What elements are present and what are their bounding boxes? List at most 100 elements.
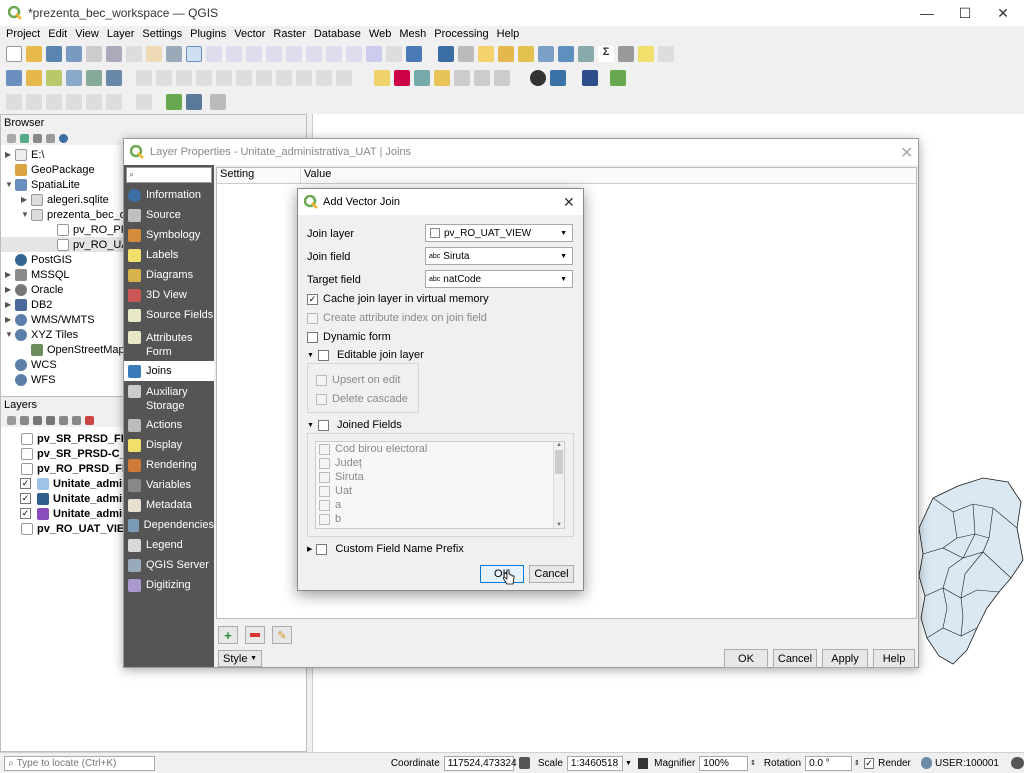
edit-join-button[interactable]: ✎ bbox=[272, 626, 292, 644]
filter-browser-icon[interactable] bbox=[33, 133, 42, 143]
nav-item-rendering[interactable]: Rendering bbox=[124, 455, 214, 475]
new-spatialite-icon[interactable] bbox=[66, 70, 82, 86]
zoom-full-icon[interactable] bbox=[246, 46, 262, 62]
nav-item-joins[interactable]: Joins bbox=[124, 361, 214, 381]
rectangle-digitize-icon[interactable] bbox=[66, 94, 82, 110]
save-project-icon[interactable] bbox=[46, 46, 62, 62]
add-selected-icon[interactable] bbox=[7, 133, 16, 143]
menu-help[interactable]: Help bbox=[497, 28, 520, 40]
offset-curve-icon[interactable] bbox=[136, 94, 152, 110]
refresh-icon[interactable] bbox=[406, 46, 422, 62]
text-annotation-icon[interactable] bbox=[658, 46, 674, 62]
zoom-native-icon[interactable] bbox=[306, 46, 322, 62]
editable-join-group-header[interactable]: ▼ Editable join layer bbox=[307, 349, 424, 361]
scale-field[interactable]: 1:3460518 bbox=[566, 755, 623, 771]
browser-info-icon[interactable] bbox=[59, 133, 68, 143]
open-project-icon[interactable] bbox=[26, 46, 42, 62]
label-move-icon[interactable] bbox=[454, 70, 470, 86]
delete-selected-icon[interactable] bbox=[236, 70, 252, 86]
nav-item-information[interactable]: Information bbox=[124, 185, 214, 205]
expand-arrow-icon[interactable]: ▶ bbox=[307, 545, 312, 553]
zoom-rubber-band-icon[interactable] bbox=[226, 46, 242, 62]
menu-processing[interactable]: Processing bbox=[434, 28, 488, 40]
zoom-selection-icon[interactable] bbox=[266, 46, 282, 62]
joined-fields-group-header[interactable]: ▼ Joined Fields bbox=[307, 419, 402, 431]
measure-icon[interactable] bbox=[618, 46, 634, 62]
dynamic-form-checkbox[interactable] bbox=[307, 331, 318, 343]
refresh-browser-icon[interactable] bbox=[20, 133, 29, 143]
menu-layer[interactable]: Layer bbox=[107, 28, 135, 40]
expand-all-icon[interactable] bbox=[59, 415, 68, 425]
join-layer-combo[interactable]: pv_RO_UAT_VIEW ▼ bbox=[425, 224, 573, 242]
remove-layer-icon[interactable] bbox=[85, 415, 94, 425]
collapse-all-icon[interactable] bbox=[46, 133, 55, 143]
nav-item-dependencies[interactable]: Dependencies bbox=[124, 515, 214, 535]
select-by-value-icon[interactable] bbox=[498, 46, 514, 62]
label-rotate-icon[interactable] bbox=[474, 70, 490, 86]
model-designer-icon[interactable] bbox=[186, 94, 202, 110]
close-icon[interactable]: ✕ bbox=[900, 143, 913, 163]
messages-icon[interactable] bbox=[1010, 757, 1024, 769]
crs-label[interactable]: USER:100001 bbox=[935, 758, 999, 769]
nav-item-qgis-server[interactable]: QGIS Server bbox=[124, 555, 214, 575]
ok-button[interactable]: OK bbox=[480, 565, 524, 583]
new-temp-layer-icon[interactable] bbox=[106, 70, 122, 86]
prefix-checkbox[interactable] bbox=[316, 543, 328, 555]
circle-digitize-icon[interactable] bbox=[26, 94, 42, 110]
nav-item-variables[interactable]: Variables bbox=[124, 475, 214, 495]
joined-fields-scrollbar[interactable]: ▲ ▼ bbox=[553, 442, 564, 528]
rotation-spin-icon[interactable]: ⇕ bbox=[854, 759, 860, 767]
toggle-extents-icon[interactable] bbox=[518, 757, 530, 769]
filter-legend-icon[interactable] bbox=[46, 415, 55, 425]
apply-button[interactable]: Apply bbox=[822, 649, 868, 668]
new-geopackage-icon[interactable] bbox=[26, 70, 42, 86]
style-manager-icon[interactable] bbox=[126, 46, 142, 62]
editable-join-checkbox[interactable] bbox=[317, 349, 329, 361]
collapse-all-layers-icon[interactable] bbox=[72, 415, 81, 425]
temporal-controller-icon[interactable] bbox=[386, 46, 402, 62]
layer-styling-icon[interactable] bbox=[7, 415, 16, 425]
zoom-last-icon[interactable] bbox=[326, 46, 342, 62]
menu-edit[interactable]: Edit bbox=[48, 28, 67, 40]
nav-item-diagrams[interactable]: Diagrams bbox=[124, 265, 214, 285]
menu-raster[interactable]: Raster bbox=[273, 28, 305, 40]
menu-settings[interactable]: Settings bbox=[142, 28, 182, 40]
nav-item-auxiliary-storage[interactable]: Auxiliary Storage bbox=[124, 381, 214, 415]
menu-plugins[interactable]: Plugins bbox=[190, 28, 226, 40]
label-highlight-icon[interactable] bbox=[414, 70, 430, 86]
menu-database[interactable]: Database bbox=[314, 28, 361, 40]
add-feature-icon[interactable] bbox=[196, 70, 212, 86]
render-checkbox[interactable]: ✓ bbox=[863, 757, 875, 769]
nav-item-source[interactable]: Source bbox=[124, 205, 214, 225]
actions-icon[interactable] bbox=[458, 46, 474, 62]
polygon-digitize-icon[interactable] bbox=[86, 94, 102, 110]
column-setting[interactable]: Setting bbox=[217, 168, 301, 183]
help-button[interactable]: Help bbox=[873, 649, 915, 668]
paste-features-icon[interactable] bbox=[296, 70, 312, 86]
pan-map-icon[interactable] bbox=[146, 46, 162, 62]
new-project-icon[interactable] bbox=[6, 46, 22, 62]
attribute-table-icon[interactable] bbox=[538, 46, 554, 62]
nav-item-3d-view[interactable]: 3D View bbox=[124, 285, 214, 305]
nav-item-metadata[interactable]: Metadata bbox=[124, 495, 214, 515]
label-change-icon[interactable] bbox=[494, 70, 510, 86]
minimize-button[interactable]: — bbox=[908, 0, 946, 26]
new-virtual-layer-icon[interactable] bbox=[86, 70, 102, 86]
scroll-down-icon[interactable]: ▼ bbox=[554, 522, 564, 528]
join-field-combo[interactable]: abc Siruta ▼ bbox=[425, 247, 573, 265]
add-group-icon[interactable] bbox=[20, 415, 29, 425]
menu-mesh[interactable]: Mesh bbox=[399, 28, 426, 40]
deselect-icon[interactable] bbox=[518, 46, 534, 62]
toggle-editing-icon[interactable] bbox=[156, 70, 172, 86]
save-as-icon[interactable] bbox=[66, 46, 82, 62]
menu-web[interactable]: Web bbox=[369, 28, 391, 40]
pan-to-selection-icon[interactable] bbox=[166, 46, 182, 62]
layer-visibility-checkbox[interactable]: ✓ bbox=[20, 478, 31, 489]
zoom-next-icon[interactable] bbox=[346, 46, 362, 62]
nav-item-digitizing[interactable]: Digitizing bbox=[124, 575, 214, 595]
joined-fields-checkbox[interactable] bbox=[317, 419, 329, 431]
menu-view[interactable]: View bbox=[75, 28, 99, 40]
cache-join-row[interactable]: ✓ Cache join layer in virtual memory bbox=[307, 293, 489, 305]
nav-item-attributes-form[interactable]: Attributes Form bbox=[124, 327, 214, 361]
layer-visibility-checkbox[interactable]: ✓ bbox=[20, 508, 31, 519]
